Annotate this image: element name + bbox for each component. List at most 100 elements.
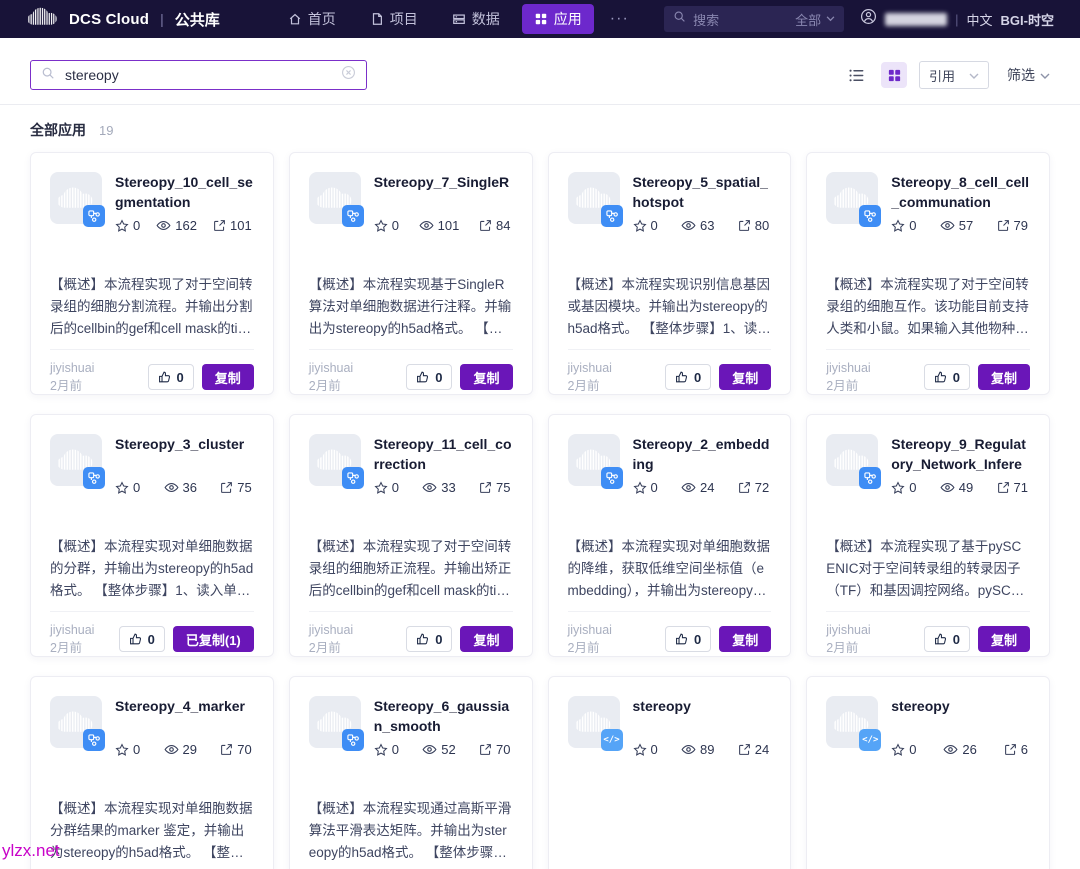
card-actions: 0 复制 bbox=[148, 364, 254, 390]
card-header-text: Stereopy_10_cell_segmentation 0 162 bbox=[115, 172, 254, 233]
app-card[interactable]: </> Stereopy_9_Regulatory_Network_Infere… bbox=[806, 414, 1050, 657]
app-card[interactable]: </> stereopy 0 89 bbox=[548, 676, 792, 869]
copies-count: 80 bbox=[755, 218, 769, 233]
like-count: 0 bbox=[435, 370, 442, 385]
card-header: </> Stereopy_11_cell_correction 0 bbox=[309, 434, 513, 495]
eye-icon bbox=[681, 480, 696, 495]
header-search[interactable]: 搜索 全部 bbox=[664, 6, 844, 32]
app-card[interactable]: </> Stereopy_4_marker 0 bbox=[30, 676, 274, 869]
language-switch[interactable]: 中文 bbox=[967, 10, 993, 29]
stars-stat: 0 bbox=[633, 480, 658, 495]
copy-button[interactable]: 复制 bbox=[460, 626, 512, 652]
card-header: </> Stereopy_3_cluster 0 bbox=[50, 434, 254, 495]
app-card[interactable]: </> Stereopy_5_spatial_hotspot 0 bbox=[548, 152, 792, 395]
app-card[interactable]: </> stereopy 0 26 bbox=[806, 676, 1050, 869]
views-stat: 29 bbox=[164, 742, 197, 757]
export-icon bbox=[1004, 743, 1017, 756]
app-stats: 0 49 71 bbox=[891, 480, 1030, 495]
stars-count: 0 bbox=[909, 480, 916, 495]
app-card[interactable]: </> Stereopy_8_cell_cell_communation 0 bbox=[806, 152, 1050, 395]
stars-count: 0 bbox=[909, 218, 916, 233]
search-input[interactable] bbox=[63, 66, 333, 84]
view-controls: 引用 筛选 bbox=[843, 61, 1050, 89]
eye-icon bbox=[681, 218, 696, 233]
like-button[interactable]: 0 bbox=[119, 626, 165, 652]
views-count: 26 bbox=[962, 742, 976, 757]
publish-time: 2月前 bbox=[309, 639, 353, 657]
copy-button[interactable]: 复制 bbox=[719, 364, 771, 390]
apps-icon bbox=[534, 12, 548, 26]
header-search-scope-select[interactable]: 全部 bbox=[795, 10, 835, 29]
list-view-button[interactable] bbox=[843, 62, 869, 88]
app-stats: 0 26 6 bbox=[891, 742, 1030, 757]
like-button[interactable]: 0 bbox=[924, 626, 970, 652]
section-header: 全部应用 19 bbox=[0, 105, 1080, 150]
card-divider bbox=[50, 349, 254, 350]
copy-button[interactable]: 复制 bbox=[202, 364, 254, 390]
app-thumbnail: </> bbox=[826, 696, 878, 748]
app-thumbnail: </> bbox=[50, 696, 102, 748]
filter-button[interactable]: 筛选 bbox=[1007, 65, 1050, 85]
star-icon bbox=[115, 743, 129, 757]
views-count: 57 bbox=[959, 218, 973, 233]
app-thumbnail: </> bbox=[50, 434, 102, 486]
app-stats: 0 33 75 bbox=[374, 480, 513, 495]
brand[interactable]: DCS Cloud | 公共库 bbox=[26, 5, 220, 34]
app-description: 【概述】本流程实现对单细胞数据的分群，并输出为stereopy的h5ad格式。 … bbox=[50, 536, 254, 602]
app-card[interactable]: </> Stereopy_2_embedding 0 bbox=[548, 414, 792, 657]
card-divider bbox=[826, 611, 1030, 612]
like-button[interactable]: 0 bbox=[924, 364, 970, 390]
nav-item-apps[interactable]: 应用 bbox=[522, 4, 594, 34]
app-card[interactable]: </> Stereopy_3_cluster 0 bbox=[30, 414, 274, 657]
stars-stat: 0 bbox=[374, 480, 399, 495]
grid-view-button[interactable] bbox=[881, 62, 907, 88]
nav-item-home[interactable]: 首页 bbox=[276, 4, 348, 34]
eye-icon bbox=[681, 742, 696, 757]
tenant-switch[interactable]: BGI-时空 bbox=[1001, 10, 1054, 29]
copy-button[interactable]: 复制 bbox=[460, 364, 512, 390]
app-description: 【概述】本流程实现了对于空间转录组的细胞矫正流程。并输出矫正后的cellbin的… bbox=[309, 536, 513, 602]
views-stat: 49 bbox=[940, 480, 973, 495]
stars-count: 0 bbox=[651, 480, 658, 495]
export-icon bbox=[738, 481, 751, 494]
author-block: jiyishuai 2月前 bbox=[50, 359, 94, 395]
author-name: jiyishuai bbox=[568, 359, 612, 377]
export-icon bbox=[220, 481, 233, 494]
user-avatar-icon[interactable] bbox=[860, 8, 877, 30]
export-icon bbox=[479, 481, 492, 494]
copy-button[interactable]: 复制 bbox=[978, 626, 1030, 652]
app-search-box[interactable] bbox=[30, 60, 367, 90]
app-card[interactable]: </> Stereopy_6_gaussian_smooth 0 bbox=[289, 676, 533, 869]
app-card[interactable]: </> Stereopy_11_cell_correction 0 bbox=[289, 414, 533, 657]
like-button[interactable]: 0 bbox=[665, 364, 711, 390]
username-redacted[interactable] bbox=[885, 13, 947, 26]
eye-icon bbox=[422, 742, 437, 757]
copy-button[interactable]: 复制 bbox=[978, 364, 1030, 390]
app-description: 【概述】本流程实现了对于空间转录组的细胞分割流程。并输出分割后的cellbin的… bbox=[50, 274, 254, 340]
nav-item-data[interactable]: 数据 bbox=[440, 4, 512, 34]
publish-time: 2月前 bbox=[568, 377, 612, 395]
nav-more-icon[interactable]: ··· bbox=[604, 10, 635, 28]
reference-sort-select[interactable]: 引用 bbox=[919, 61, 989, 89]
like-button[interactable]: 0 bbox=[148, 364, 194, 390]
app-card[interactable]: </> Stereopy_10_cell_segmentation 0 bbox=[30, 152, 274, 395]
stars-count: 0 bbox=[909, 742, 916, 757]
author-block: jiyishuai 2月前 bbox=[568, 359, 612, 395]
copies-stat: 75 bbox=[479, 480, 510, 495]
card-footer: jiyishuai 2月前 0 复制 bbox=[826, 621, 1030, 657]
like-button[interactable]: 0 bbox=[406, 364, 452, 390]
views-stat: 101 bbox=[419, 218, 460, 233]
clear-search-icon[interactable] bbox=[341, 65, 356, 85]
copies-stat: 75 bbox=[220, 480, 251, 495]
author-block: jiyishuai 2月前 bbox=[50, 621, 94, 657]
like-button[interactable]: 0 bbox=[665, 626, 711, 652]
eye-icon bbox=[943, 742, 958, 757]
like-button[interactable]: 0 bbox=[406, 626, 452, 652]
nav-item-projects[interactable]: 项目 bbox=[358, 4, 430, 34]
eye-icon bbox=[164, 742, 179, 757]
app-thumbnail: </> bbox=[309, 172, 361, 224]
app-card[interactable]: </> Stereopy_7_SingleR 0 bbox=[289, 152, 533, 395]
copy-button[interactable]: 复制 bbox=[719, 626, 771, 652]
stars-count: 0 bbox=[133, 218, 140, 233]
copy-button[interactable]: 已复制(1) bbox=[173, 626, 254, 652]
